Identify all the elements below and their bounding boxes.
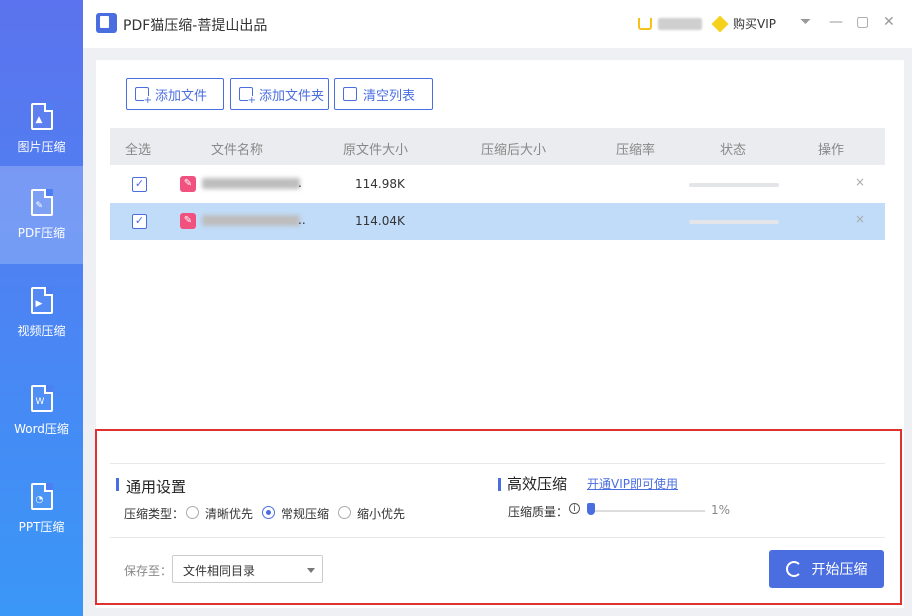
chevron-down-icon [307, 568, 315, 573]
close-icon[interactable]: ✕ [883, 14, 895, 30]
sidebar: ▲ 图片压缩 ✎ PDF压缩 ▶ 视频压缩 W Word压缩 ◔ PPT压缩 [0, 0, 83, 616]
add-folder-button[interactable]: 添加文件夹 [230, 78, 329, 110]
sidebar-item-video[interactable]: ▶ 视频压缩 [0, 264, 83, 362]
diamond-icon [711, 15, 729, 32]
filename-header: 文件名称 [211, 143, 264, 158]
open-vip-link[interactable]: 开通VIP即可使用 [587, 475, 678, 492]
user-area[interactable]: 购买VIP [638, 15, 776, 32]
add-file-label: 添加文件 [155, 88, 208, 104]
save-to-select[interactable]: 文件相同目录 [172, 555, 323, 583]
radio-normal[interactable] [262, 506, 275, 519]
crown-icon [638, 17, 652, 30]
radio-label-clarity[interactable]: 清晰优先 [205, 505, 253, 522]
sidebar-item-pdf[interactable]: ✎ PDF压缩 [0, 166, 83, 264]
pdf-icon: ✎ [180, 176, 196, 192]
sidebar-item-label: 视频压缩 [17, 324, 66, 338]
table-row[interactable]: ✓ ✎ . 114.98K × [110, 166, 885, 203]
section-marker [498, 478, 501, 491]
sidebar-item-word[interactable]: W Word压缩 [0, 362, 83, 460]
row-checkbox[interactable]: ✓ [132, 214, 147, 229]
sidebar-item-label: Word压缩 [14, 422, 69, 436]
section-marker [116, 478, 119, 491]
sidebar-item-label: 图片压缩 [17, 140, 66, 154]
general-settings-title: 通用设置 [126, 478, 187, 496]
menu-dropdown-icon[interactable]: ⏷ [800, 14, 811, 30]
buy-vip-link[interactable]: 购买VIP [733, 15, 776, 32]
radio-smaller-first[interactable] [338, 506, 351, 519]
action-header: 操作 [818, 143, 845, 158]
image-file-icon: ▲ [30, 103, 53, 130]
refresh-icon [785, 561, 802, 577]
word-file-icon: W [30, 385, 53, 412]
quality-slider-handle[interactable] [587, 503, 595, 515]
save-to-label: 保存至： [124, 564, 173, 578]
ppt-file-icon: ◔ [30, 483, 53, 510]
table-header: 全选 文件名称 原文件大小 压缩后大小 压缩率 状态 操作 [110, 128, 885, 165]
info-icon[interactable]: i [569, 503, 580, 514]
table-row[interactable]: ✓ ✎ .. 114.04K × [110, 203, 885, 240]
sidebar-item-image[interactable]: ▲ 图片压缩 [0, 80, 83, 178]
radio-clarity-first[interactable] [186, 506, 199, 519]
title-bar: PDF猫压缩-菩提山出品 购买VIP ⏷ — ▢ ✕ [83, 0, 912, 48]
add-folder-label: 添加文件夹 [259, 88, 325, 104]
clear-list-label: 清空列表 [363, 88, 416, 104]
status-progress-bar [689, 220, 779, 224]
original-size-header: 原文件大小 [343, 143, 409, 158]
maximize-icon[interactable]: ▢ [856, 14, 869, 30]
row-checkbox[interactable]: ✓ [132, 177, 147, 192]
add-folder-icon [239, 87, 256, 106]
quality-value: 1% [711, 503, 731, 517]
divider [110, 463, 885, 464]
compressed-size-header: 压缩后大小 [481, 143, 547, 158]
video-file-icon: ▶ [30, 287, 53, 314]
app-title: PDF猫压缩-菩提山出品 [123, 18, 268, 34]
file-size: 114.98K [355, 177, 405, 191]
file-name: .. [202, 213, 312, 228]
delete-icon[interactable]: × [855, 175, 865, 189]
compress-type-label: 压缩类型： [124, 507, 185, 521]
save-to-value: 文件相同目录 [183, 564, 256, 578]
minimize-icon[interactable]: — [829, 14, 843, 30]
start-compress-button[interactable]: 开始压缩 [769, 550, 884, 588]
sidebar-item-label: PDF压缩 [17, 226, 66, 240]
efficient-compress-title: 高效压缩 [507, 475, 568, 493]
pdf-icon: ✎ [180, 213, 196, 229]
file-size: 114.04K [355, 214, 405, 228]
add-file-icon [135, 87, 152, 106]
select-all-header[interactable]: 全选 [125, 139, 151, 158]
file-name: . [202, 176, 312, 191]
delete-icon[interactable]: × [855, 212, 865, 226]
clear-list-button[interactable]: 清空列表 [334, 78, 433, 110]
user-name[interactable] [658, 17, 702, 30]
sidebar-item-ppt[interactable]: ◔ PPT压缩 [0, 460, 83, 558]
status-progress-bar [689, 183, 779, 187]
add-file-button[interactable]: 添加文件 [126, 78, 224, 110]
pdf-file-icon: ✎ [30, 189, 53, 216]
start-compress-label: 开始压缩 [811, 562, 868, 578]
radio-label-smaller[interactable]: 缩小优先 [357, 505, 405, 522]
ratio-header: 压缩率 [616, 143, 656, 158]
status-header: 状态 [720, 143, 747, 158]
quality-label: 压缩质量： [508, 505, 569, 519]
app-logo-icon [96, 13, 117, 33]
divider [110, 537, 885, 538]
radio-label-normal[interactable]: 常规压缩 [281, 505, 329, 522]
trash-icon [343, 87, 357, 101]
quality-slider-track[interactable] [590, 510, 705, 512]
sidebar-item-label: PPT压缩 [18, 520, 65, 534]
